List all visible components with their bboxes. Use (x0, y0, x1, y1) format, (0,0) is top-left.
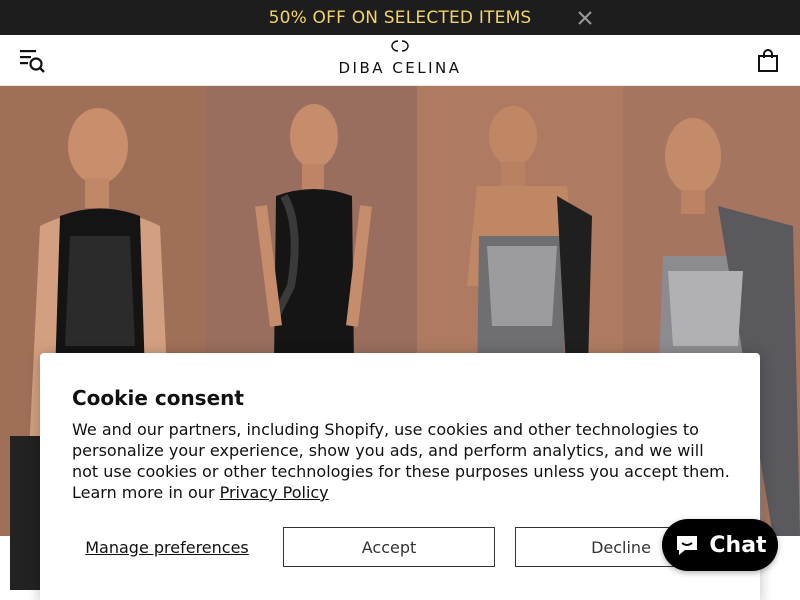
cookie-consent-dialog: Cookie consent We and our partners, incl… (40, 353, 760, 600)
brand-logo[interactable]: DIBA CELINA (330, 39, 470, 83)
cookie-description: We and our partners, including Shopify, … (72, 419, 732, 503)
logo-mark-icon (391, 40, 409, 52)
close-icon[interactable] (576, 9, 594, 27)
manage-preferences-button[interactable]: Manage preferences (72, 527, 262, 567)
chat-button[interactable]: Chat (662, 519, 778, 571)
menu-search-icon[interactable] (18, 47, 46, 75)
site-header: DIBA CELINA (0, 35, 800, 86)
cookie-body-text: We and our partners, including Shopify, … (72, 420, 730, 502)
chat-label: Chat (709, 532, 767, 558)
privacy-policy-link[interactable]: Privacy Policy (220, 483, 329, 502)
announcement-text: 50% OFF ON SELECTED ITEMS (268, 7, 532, 28)
cookie-title: Cookie consent (72, 386, 244, 410)
accept-button[interactable]: Accept (283, 527, 495, 567)
shopping-bag-icon[interactable] (757, 49, 779, 73)
chat-bubble-icon (677, 536, 698, 555)
announcement-bar: 50% OFF ON SELECTED ITEMS (0, 0, 800, 35)
logo-text: DIBA CELINA (338, 59, 462, 77)
